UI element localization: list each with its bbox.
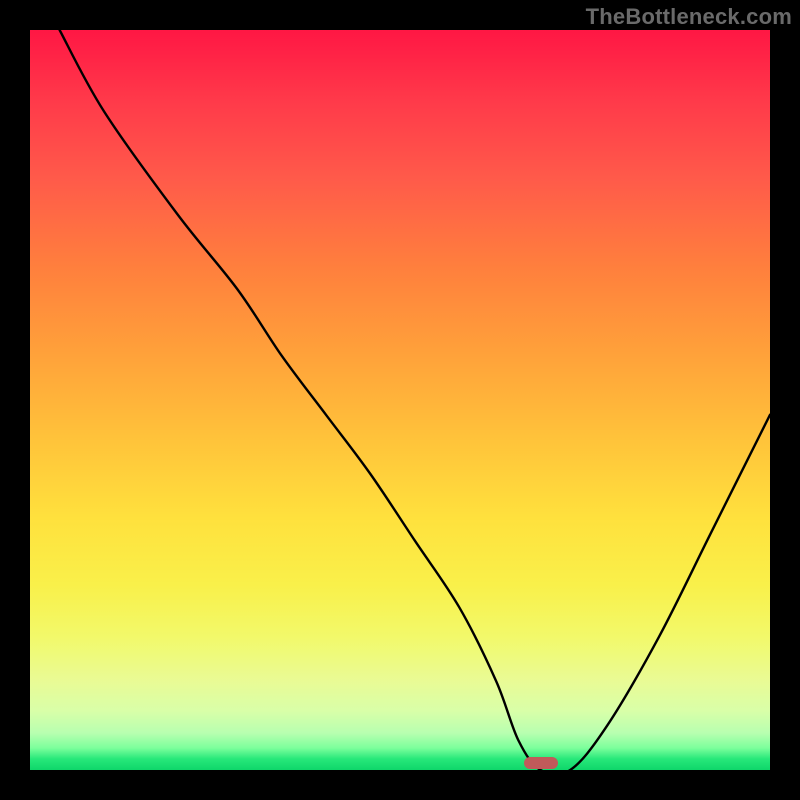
watermark-text: TheBottleneck.com xyxy=(586,4,792,30)
bottleneck-curve-path xyxy=(60,30,770,770)
plot-area xyxy=(30,30,770,770)
optimum-marker xyxy=(524,757,558,769)
chart-frame: TheBottleneck.com xyxy=(0,0,800,800)
curve-svg xyxy=(30,30,770,770)
